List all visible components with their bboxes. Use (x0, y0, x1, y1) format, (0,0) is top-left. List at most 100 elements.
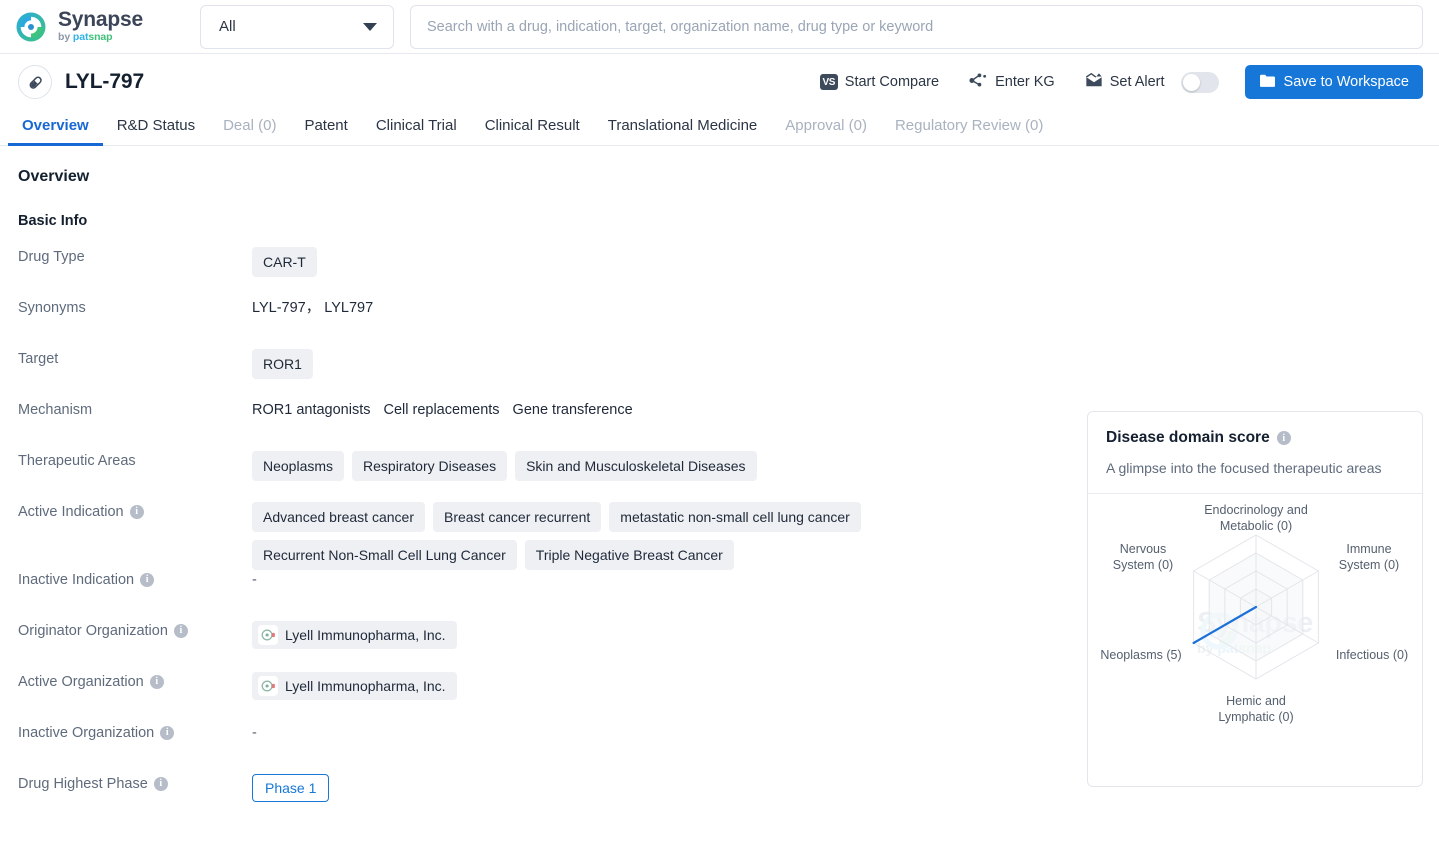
chip-active-indication[interactable]: metastatic non-small cell lung cancer (609, 502, 861, 532)
field-value: Neoplasms Respiratory Diseases Skin and … (252, 451, 1072, 481)
chip-active-indication[interactable]: Recurrent Non-Small Cell Lung Cancer (252, 540, 517, 570)
start-compare-label: Start Compare (844, 74, 940, 90)
tab-deal[interactable]: Deal (0) (209, 117, 290, 145)
field-label-text: Inactive Organization (18, 725, 155, 741)
chip-active-indication[interactable]: Advanced breast cancer (252, 502, 425, 532)
enter-kg-button[interactable]: Enter KG (969, 72, 1055, 93)
alert-mail-icon (1085, 72, 1103, 92)
overview-page: Overview Basic Info Drug Type CAR-T Syno… (0, 146, 1439, 812)
tab-bar: Overview R&D Status Deal (0) Patent Clin… (0, 110, 1439, 146)
search-input[interactable] (427, 18, 1406, 35)
start-compare-button[interactable]: VS Start Compare (819, 74, 940, 90)
chip-label: Lyell Immunopharma, Inc. (285, 627, 446, 643)
brand-snap: snap (88, 30, 113, 43)
folder-icon (1259, 73, 1276, 92)
field-value: - (252, 723, 1072, 743)
brand-name: Synapse (58, 7, 143, 31)
chip-therapeutic-area[interactable]: Neoplasms (252, 451, 345, 481)
chip-drug-type[interactable]: CAR-T (252, 247, 317, 277)
global-search-box[interactable] (410, 4, 1423, 49)
field-label: Active Indication i (0, 502, 252, 522)
radar-svg: Endocrinology and Metabolic (0) Immune S… (1100, 503, 1408, 724)
radar-label-hemic-2: Lymphatic (0) (1218, 710, 1293, 724)
radar-label-endocrinology-2: Metabolic (0) (1220, 519, 1292, 533)
chip-target[interactable]: ROR1 (252, 349, 313, 379)
search-scope-value: All (219, 18, 236, 35)
inactive-indication-value: - (252, 572, 257, 588)
field-label: Inactive Organization i (0, 723, 252, 743)
inactive-organization-value: - (252, 725, 257, 741)
chip-active-organization[interactable]: Lyell Immunopharma, Inc. (252, 672, 457, 700)
set-alert-toggle[interactable] (1180, 71, 1219, 93)
radar-label-hemic: Hemic and (1226, 694, 1286, 708)
company-logo-icon (258, 676, 278, 696)
score-panel-title: Disease domain score (1106, 429, 1270, 446)
field-value: - (252, 570, 1072, 590)
field-label: Mechanism (18, 402, 93, 418)
enter-kg-label: Enter KG (995, 74, 1055, 90)
field-label-text: Originator Organization (18, 623, 168, 639)
field-label-text: Inactive Indication (18, 572, 135, 588)
disease-domain-score-panel: Disease domain score i A glimpse into th… (1087, 411, 1423, 787)
info-icon[interactable]: i (160, 726, 175, 740)
versus-icon: VS (819, 74, 838, 90)
set-alert-label: Set Alert (1109, 74, 1165, 90)
field-label: Target (18, 351, 59, 367)
chip-active-indication[interactable]: Triple Negative Breast Cancer (524, 540, 734, 570)
tab-overview[interactable]: Overview (8, 117, 103, 146)
field-value: ROR1 (252, 349, 1072, 379)
info-icon[interactable]: i (140, 573, 155, 587)
tab-patent[interactable]: Patent (290, 117, 361, 145)
brand-by: by (58, 30, 71, 43)
info-icon[interactable]: i (129, 505, 144, 519)
field-value: LYL-797， LYL797 (252, 298, 1072, 318)
page-title: LYL-797 (65, 70, 145, 93)
radar-label-immune-2: System (0) (1339, 558, 1399, 572)
info-icon[interactable]: i (173, 624, 188, 638)
chip-therapeutic-area[interactable]: Skin and Musculoskeletal Diseases (515, 451, 757, 481)
field-value: ROR1 antagonists Cell replacements Gene … (252, 400, 1072, 420)
field-row-drug-type: Drug Type CAR-T (0, 247, 1439, 298)
brand-logo[interactable]: Synapse by patsnap (14, 9, 182, 45)
save-to-workspace-label: Save to Workspace (1283, 74, 1409, 90)
header-actions: VS Start Compare Enter KG Set Alert Save… (819, 65, 1423, 99)
mechanism-item: Cell replacements (383, 402, 500, 418)
tab-approval[interactable]: Approval (0) (771, 117, 881, 145)
save-to-workspace-button[interactable]: Save to Workspace (1244, 65, 1423, 99)
radar-label-immune: Immune (1346, 542, 1391, 556)
field-row-target: Target ROR1 (0, 349, 1439, 400)
search-scope-select[interactable]: All (200, 4, 394, 49)
radar-label-infectious: Infectious (0) (1336, 648, 1408, 662)
disease-domain-radar-chart: Synapse by patsnap (1088, 494, 1422, 782)
drug-highest-phase-button[interactable]: Phase 1 (252, 774, 330, 802)
score-panel-header: Disease domain score i A glimpse into th… (1088, 412, 1422, 476)
mechanism-item: Gene transference (512, 402, 633, 418)
field-label: Synonyms (18, 300, 86, 316)
mechanism-item: ROR1 antagonists (252, 402, 371, 418)
tab-translational-medicine[interactable]: Translational Medicine (594, 117, 772, 145)
chip-therapeutic-area[interactable]: Respiratory Diseases (352, 451, 508, 481)
info-icon[interactable]: i (153, 777, 168, 791)
field-label-text: Active Organization (18, 674, 144, 690)
company-logo-icon (258, 625, 278, 645)
tab-clinical-result[interactable]: Clinical Result (471, 117, 594, 145)
top-bar: Synapse by patsnap All (0, 0, 1439, 54)
field-label: Active Organization i (0, 672, 252, 692)
field-value: Lyell Immunopharma, Inc. (252, 621, 1072, 649)
synonyms-text: LYL-797， LYL797 (252, 300, 374, 316)
chip-originator-organization[interactable]: Lyell Immunopharma, Inc. (252, 621, 457, 649)
score-panel-title-row: Disease domain score i (1106, 429, 1404, 447)
info-icon[interactable]: i (149, 675, 164, 689)
overview-heading: Overview (18, 168, 90, 185)
field-value: CAR-T (252, 247, 1072, 277)
set-alert-control[interactable]: Set Alert (1085, 71, 1219, 93)
chip-active-indication[interactable]: Breast cancer recurrent (432, 502, 602, 532)
drug-header: LYL-797 VS Start Compare Enter KG Set Al… (0, 54, 1439, 110)
radar-label-nervous-2: System (0) (1113, 558, 1173, 572)
tab-clinical-trial[interactable]: Clinical Trial (362, 117, 471, 145)
tab-regulatory-review[interactable]: Regulatory Review (0) (881, 117, 1057, 145)
tab-rd-status[interactable]: R&D Status (103, 117, 209, 145)
radar-label-endocrinology: Endocrinology and (1204, 503, 1308, 517)
score-panel-subtitle: A glimpse into the focused therapeutic a… (1106, 460, 1382, 476)
info-icon[interactable]: i (1276, 431, 1291, 445)
